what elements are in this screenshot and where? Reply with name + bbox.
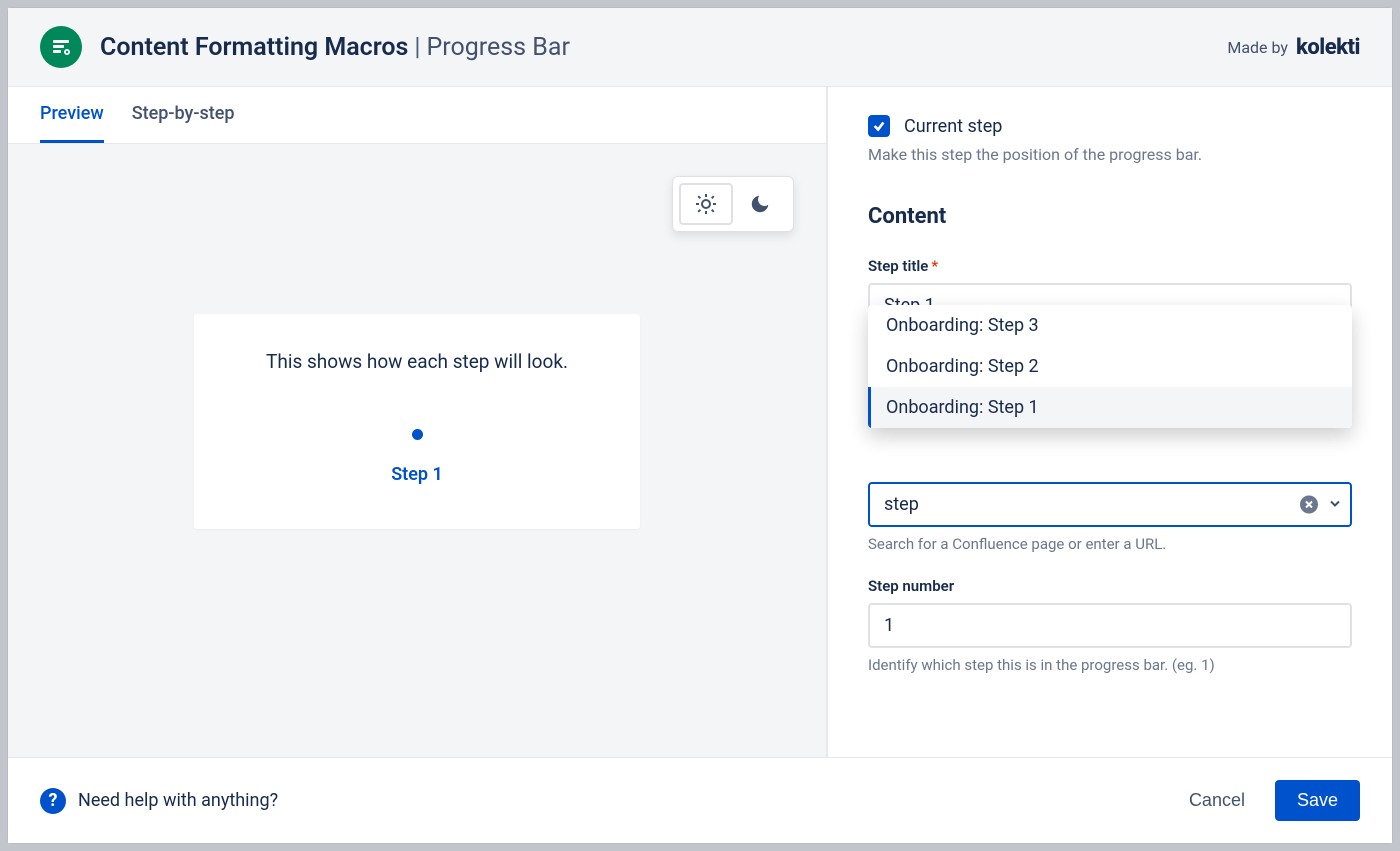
dropdown-option[interactable]: Onboarding: Step 3 bbox=[868, 305, 1352, 346]
help-link[interactable]: ? Need help with anything? bbox=[40, 788, 278, 814]
step-number-field: Step number Identify which step this is … bbox=[868, 577, 1352, 674]
current-step-row: Current step bbox=[868, 115, 1352, 137]
made-by-label: Made by bbox=[1227, 38, 1288, 57]
app-icon bbox=[40, 26, 82, 68]
tab-preview[interactable]: Preview bbox=[40, 87, 104, 143]
current-step-label: Current step bbox=[904, 116, 1002, 137]
dark-mode-button[interactable] bbox=[733, 183, 787, 225]
content-heading: Content bbox=[868, 204, 1352, 229]
dropdown-option[interactable]: Onboarding: Step 1 bbox=[868, 387, 1352, 428]
step-number-help: Identify which step this is in the progr… bbox=[868, 656, 1352, 674]
help-icon: ? bbox=[40, 788, 66, 814]
close-icon bbox=[1304, 500, 1314, 510]
current-step-help: Make this step the position of the progr… bbox=[868, 145, 1352, 164]
tab-step-by-step[interactable]: Step-by-step bbox=[132, 87, 235, 143]
step-title-field: Step title* Onboarding: Step 3 Onboardin… bbox=[868, 257, 1352, 328]
moon-icon bbox=[749, 193, 771, 215]
light-mode-button[interactable] bbox=[679, 183, 733, 225]
step-title-label: Step title* bbox=[868, 257, 1352, 275]
combo-controls bbox=[1300, 495, 1342, 514]
step-number-input[interactable] bbox=[868, 603, 1352, 648]
macro-editor-modal: Content Formatting Macros|Progress Bar M… bbox=[8, 8, 1392, 843]
help-text: Need help with anything? bbox=[78, 790, 278, 811]
current-step-checkbox[interactable] bbox=[868, 115, 890, 137]
clear-button[interactable] bbox=[1300, 496, 1318, 514]
brand-logo: kolekti bbox=[1296, 35, 1360, 60]
made-by: Made by kolekti bbox=[1227, 35, 1360, 60]
page-name: Progress Bar bbox=[426, 33, 569, 62]
dropdown-toggle[interactable] bbox=[1328, 495, 1342, 514]
modal-header: Content Formatting Macros|Progress Bar M… bbox=[8, 8, 1392, 87]
required-asterisk: * bbox=[931, 257, 938, 275]
cancel-button[interactable]: Cancel bbox=[1177, 780, 1257, 821]
footer-actions: Cancel Save bbox=[1177, 780, 1360, 821]
destination-help: Search for a Confluence page or enter a … bbox=[868, 535, 1352, 553]
chevron-down-icon bbox=[1328, 496, 1342, 510]
step-number-label: Step number bbox=[868, 577, 1352, 595]
preview-step-label: Step 1 bbox=[266, 464, 568, 485]
modal-title: Content Formatting Macros|Progress Bar bbox=[100, 33, 570, 62]
sun-icon bbox=[694, 192, 718, 216]
tabs: Preview Step-by-step bbox=[8, 87, 826, 144]
destination-field bbox=[868, 482, 1352, 527]
dropdown-option[interactable]: Onboarding: Step 2 bbox=[868, 346, 1352, 387]
destination-input[interactable] bbox=[868, 482, 1352, 527]
check-icon bbox=[872, 119, 886, 133]
left-panel: Preview Step-by-step This shows how each… bbox=[8, 87, 828, 757]
app-name: Content Formatting Macros bbox=[100, 33, 408, 62]
right-panel: Current step Make this step the position… bbox=[828, 87, 1392, 757]
title-separator: | bbox=[414, 33, 420, 62]
theme-toggle bbox=[672, 176, 794, 232]
preview-area: This shows how each step will look. Step… bbox=[8, 144, 826, 757]
preview-card: This shows how each step will look. Step… bbox=[194, 314, 640, 529]
step-title-dropdown: Onboarding: Step 3 Onboarding: Step 2 On… bbox=[868, 305, 1352, 428]
save-button[interactable]: Save bbox=[1275, 780, 1360, 821]
modal-footer: ? Need help with anything? Cancel Save bbox=[8, 757, 1392, 843]
step-title-label-text: Step title bbox=[868, 257, 928, 275]
step-dot bbox=[412, 429, 423, 440]
modal-body: Preview Step-by-step This shows how each… bbox=[8, 87, 1392, 757]
preview-description: This shows how each step will look. bbox=[266, 350, 568, 373]
